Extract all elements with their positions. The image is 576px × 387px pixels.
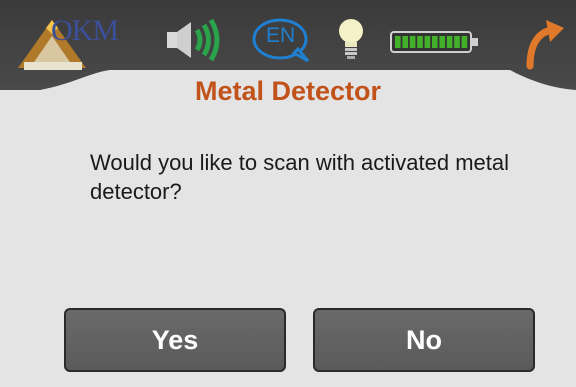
battery-cell: [402, 36, 408, 48]
device-screen: OKM EN Metal Detector Would you like to …: [0, 0, 576, 387]
battery-cell: [417, 36, 423, 48]
no-button-label: No: [406, 324, 442, 355]
speaker-icon[interactable]: [163, 16, 225, 64]
battery-cell: [432, 36, 438, 48]
back-arrow-icon[interactable]: [520, 14, 568, 70]
battery-cell: [439, 36, 445, 48]
battery-cell: [454, 36, 460, 48]
battery-cell: [461, 36, 468, 48]
logo-text: OKM: [51, 14, 119, 47]
yes-button[interactable]: Yes: [64, 308, 286, 372]
battery-cell: [409, 36, 416, 48]
no-button[interactable]: No: [313, 308, 535, 372]
battery-cell: [446, 36, 453, 48]
battery-cell: [395, 36, 401, 48]
dialog-message: Would you like to scan with activated me…: [90, 150, 510, 204]
language-label: EN: [266, 24, 296, 47]
lightbulb-icon[interactable]: [336, 16, 366, 62]
battery-cell: [424, 36, 431, 48]
dialog-title: Metal Detector: [194, 76, 382, 106]
yes-button-label: Yes: [151, 324, 199, 355]
battery-icon: [390, 31, 478, 53]
